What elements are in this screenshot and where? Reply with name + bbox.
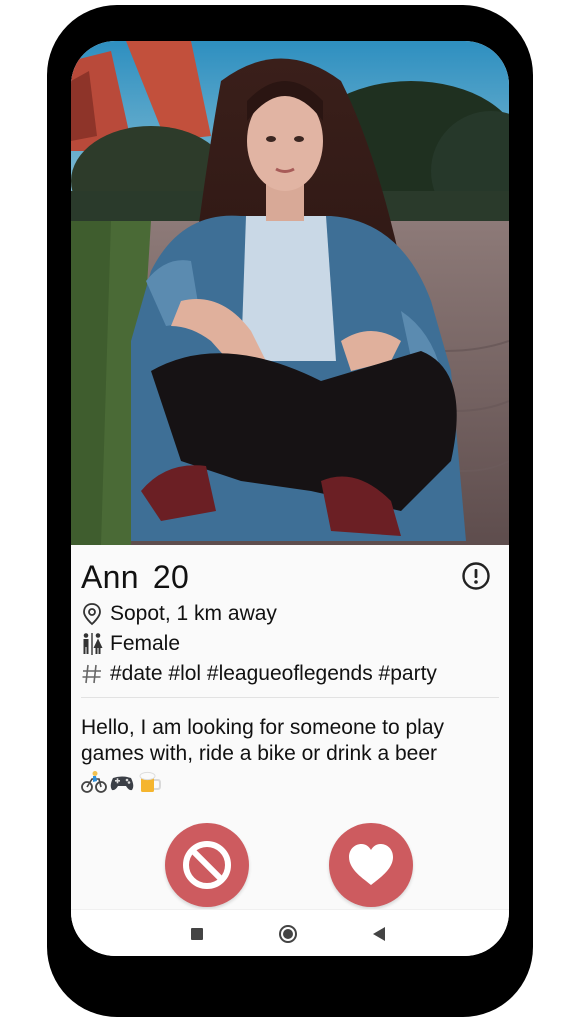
bicyclist-icon	[81, 771, 107, 793]
bio-text: Hello, I am looking for someone to play …	[81, 716, 445, 765]
system-navigation-bar	[71, 909, 509, 956]
beer-mug-icon	[139, 771, 161, 792]
divider	[81, 697, 499, 698]
no-entry-icon	[183, 841, 231, 889]
tags-text: #date #lol #leagueoflegends #party	[110, 662, 437, 685]
back-icon[interactable]	[373, 927, 385, 941]
hashtag-icon	[82, 664, 101, 684]
gender-text: Female	[110, 632, 181, 655]
profile-photo[interactable]	[71, 41, 509, 545]
video-game-controller-icon	[110, 776, 134, 791]
phone-frame: Ann 20 Sopot, 1 km away Female #date #lo…	[47, 5, 533, 1017]
location-text: Sopot, 1 km away	[110, 602, 277, 625]
app-screen: Ann 20 Sopot, 1 km away Female #date #lo…	[71, 41, 509, 956]
location-row: Sopot, 1 km away	[81, 601, 277, 627]
heart-icon	[349, 844, 393, 885]
profile-age: 20	[152, 559, 190, 595]
bio-emojis	[81, 769, 163, 795]
tags-row: #date #lol #leagueoflegends #party	[81, 661, 437, 687]
gender-row: Female	[81, 631, 180, 657]
restroom-icon	[83, 633, 103, 655]
recent-apps-icon[interactable]	[191, 928, 203, 940]
profile-photo-illustration	[71, 41, 509, 545]
like-button[interactable]	[329, 823, 413, 907]
dislike-button[interactable]	[165, 823, 249, 907]
name-age-heading: Ann 20	[81, 559, 189, 596]
profile-name: Ann	[81, 559, 139, 595]
exclamation-circle-icon[interactable]	[461, 561, 491, 591]
map-pin-icon	[83, 603, 101, 626]
home-icon[interactable]	[279, 925, 297, 943]
